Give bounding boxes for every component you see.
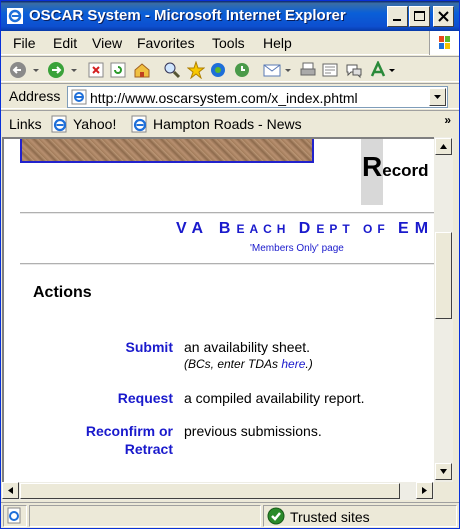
arrow-up-icon xyxy=(440,144,447,149)
status-text-cell xyxy=(29,505,261,527)
arrow-left-icon xyxy=(8,487,13,494)
actions-heading: Actions xyxy=(33,284,92,301)
retract-link[interactable]: Retract xyxy=(13,441,173,457)
reconfirm-description: previous submissions. xyxy=(184,423,322,439)
address-input[interactable]: http://www.oscarsystem.com/x_index.phtml xyxy=(67,86,448,108)
maximize-icon xyxy=(414,11,425,21)
favorites-icon[interactable] xyxy=(187,61,205,79)
windows-logo-icon xyxy=(429,31,459,55)
page-status-icon xyxy=(7,507,21,524)
back-icon[interactable] xyxy=(9,61,27,79)
arrow-right-icon xyxy=(422,487,427,494)
ie-icon xyxy=(7,8,23,24)
link-hampton-roads-news[interactable]: Hampton Roads - News xyxy=(131,114,311,134)
close-button[interactable] xyxy=(433,6,454,27)
menu-view[interactable]: View xyxy=(92,35,122,51)
request-link[interactable]: Request xyxy=(13,390,173,406)
menu-bar: File Edit View Favorites Tools Help xyxy=(1,31,459,55)
menu-tools[interactable]: Tools xyxy=(212,35,245,51)
address-label: Address xyxy=(9,88,61,104)
address-bar: Address http://www.oscarsystem.com/x_ind… xyxy=(1,83,459,109)
address-dropdown-button[interactable] xyxy=(429,88,446,106)
divider xyxy=(20,212,436,214)
ie-link-icon xyxy=(131,115,147,133)
record-heading: Record xyxy=(362,151,429,182)
scroll-down-button[interactable] xyxy=(435,463,452,480)
links-overflow-chevron-icon[interactable]: » xyxy=(444,113,451,127)
stop-icon[interactable] xyxy=(87,61,105,79)
menu-help[interactable]: Help xyxy=(263,35,292,51)
home-icon[interactable] xyxy=(133,61,151,79)
page-icon xyxy=(71,89,87,105)
submit-description: an availability sheet. xyxy=(184,339,311,355)
menu-favorites[interactable]: Favorites xyxy=(137,35,195,51)
scroll-right-button[interactable] xyxy=(416,482,433,499)
close-icon xyxy=(438,11,449,22)
horizontal-scrollbar[interactable] xyxy=(2,482,434,500)
link-yahoo[interactable]: Yahoo! xyxy=(51,114,129,134)
arrow-down-icon xyxy=(440,469,447,474)
horizontal-scroll-thumb[interactable] xyxy=(20,483,400,499)
status-bar: Trusted sites xyxy=(1,502,459,528)
search-icon[interactable] xyxy=(163,61,181,79)
scroll-up-button[interactable] xyxy=(435,138,452,155)
standard-toolbar xyxy=(1,56,459,82)
here-link[interactable]: here xyxy=(281,357,305,371)
research-icon[interactable] xyxy=(369,61,387,79)
links-bar: Links Yahoo! Hampton Roads - News » xyxy=(1,110,459,136)
window-title: OSCAR System - Microsoft Internet Explor… xyxy=(29,7,346,24)
research-dropdown-icon[interactable] xyxy=(387,61,397,79)
request-description: a compiled availability report. xyxy=(184,390,365,406)
link-label: Hampton Roads - News xyxy=(153,116,302,132)
members-only-note: 'Members Only' page xyxy=(250,243,344,254)
vertical-scroll-thumb[interactable] xyxy=(435,232,452,319)
page-content: Record VA BEACH DEPT OF EMS 'Members Onl… xyxy=(2,137,436,482)
discuss-icon[interactable] xyxy=(345,61,363,79)
forward-dropdown-icon[interactable] xyxy=(69,61,79,79)
edit-icon[interactable] xyxy=(321,61,339,79)
mail-dropdown-icon[interactable] xyxy=(283,61,293,79)
link-label: Yahoo! xyxy=(73,116,117,132)
reconfirm-link[interactable]: Reconfirm or xyxy=(13,423,173,439)
divider xyxy=(20,263,436,265)
security-zone-label: Trusted sites xyxy=(290,509,370,525)
status-zone-cell: Trusted sites xyxy=(263,505,457,527)
chevron-down-icon xyxy=(434,95,441,99)
menu-edit[interactable]: Edit xyxy=(53,35,77,51)
refresh-icon[interactable] xyxy=(109,61,127,79)
header-photo xyxy=(20,139,314,163)
scrollbar-corner xyxy=(434,482,453,500)
back-dropdown-icon[interactable] xyxy=(31,61,41,79)
submit-note: (BCs, enter TDAs here.) xyxy=(184,357,313,371)
menu-file[interactable]: File xyxy=(13,35,36,51)
dept-title: VA BEACH DEPT OF EMS xyxy=(176,220,436,237)
ie-link-icon xyxy=(51,115,67,133)
check-icon xyxy=(267,507,285,525)
scroll-left-button[interactable] xyxy=(2,482,19,499)
minimize-icon xyxy=(393,19,401,21)
submit-link[interactable]: Submit xyxy=(13,339,173,355)
history-icon[interactable] xyxy=(233,61,251,79)
mail-icon[interactable] xyxy=(263,61,281,79)
forward-icon[interactable] xyxy=(47,61,65,79)
vertical-scrollbar[interactable] xyxy=(434,137,453,482)
links-label: Links xyxy=(9,116,42,132)
maximize-button[interactable] xyxy=(409,6,430,27)
browser-window: OSCAR System - Microsoft Internet Explor… xyxy=(0,0,460,529)
address-url: http://www.oscarsystem.com/x_index.phtml xyxy=(90,90,358,106)
print-icon[interactable] xyxy=(299,61,317,79)
minimize-button[interactable] xyxy=(387,6,408,27)
media-icon[interactable] xyxy=(209,61,227,79)
title-bar[interactable]: OSCAR System - Microsoft Internet Explor… xyxy=(1,1,459,31)
status-page-cell xyxy=(3,505,27,527)
